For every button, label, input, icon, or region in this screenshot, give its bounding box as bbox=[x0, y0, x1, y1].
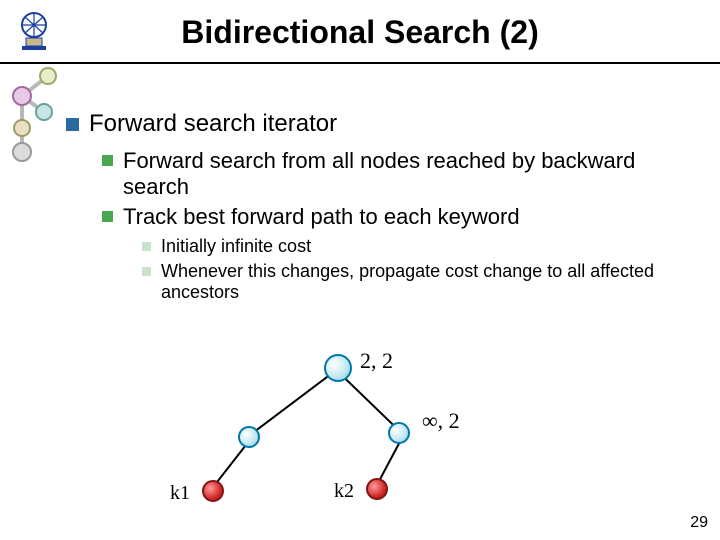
keyword-node-k2 bbox=[366, 478, 388, 500]
decorative-graph-icon bbox=[8, 66, 68, 176]
content-area: Forward search iterator Forward search f… bbox=[66, 110, 686, 307]
left-child-node bbox=[238, 426, 260, 448]
bullet-square-icon bbox=[66, 118, 79, 131]
bullet-l2a-text: Forward search from all nodes reached by… bbox=[123, 148, 686, 200]
k1-label: k1 bbox=[170, 482, 190, 505]
right-label: ∞, 2 bbox=[422, 408, 460, 434]
bullet-square-icon bbox=[142, 267, 151, 276]
root-node bbox=[324, 354, 352, 382]
slide: Bidirectional Search (2) Forward search … bbox=[0, 0, 720, 540]
root-label: 2, 2 bbox=[360, 348, 393, 374]
bullet-square-icon bbox=[102, 211, 113, 222]
bullet-l2: Track best forward path to each keyword bbox=[102, 204, 686, 230]
keyword-node-k1 bbox=[202, 480, 224, 502]
bullet-l3: Initially infinite cost bbox=[142, 236, 686, 257]
bullet-square-icon bbox=[142, 242, 151, 251]
bullet-l2b-text: Track best forward path to each keyword bbox=[123, 204, 520, 230]
bullet-l2: Forward search from all nodes reached by… bbox=[102, 148, 686, 200]
edge bbox=[247, 374, 330, 437]
bullet-l3b-text: Whenever this changes, propagate cost ch… bbox=[161, 261, 686, 303]
bullet-l3a-text: Initially infinite cost bbox=[161, 236, 311, 257]
tree-diagram: 2, 2 ∞, 2 k1 k2 bbox=[160, 348, 560, 518]
bullet-l1: Forward search iterator bbox=[66, 110, 686, 138]
bullet-l1-text: Forward search iterator bbox=[89, 110, 337, 138]
page-number: 29 bbox=[690, 514, 708, 532]
bullet-l3: Whenever this changes, propagate cost ch… bbox=[142, 261, 686, 303]
right-child-node bbox=[388, 422, 410, 444]
slide-title: Bidirectional Search (2) bbox=[0, 14, 720, 51]
k2-label: k2 bbox=[334, 480, 354, 503]
title-underline bbox=[0, 62, 720, 64]
bullet-square-icon bbox=[102, 155, 113, 166]
